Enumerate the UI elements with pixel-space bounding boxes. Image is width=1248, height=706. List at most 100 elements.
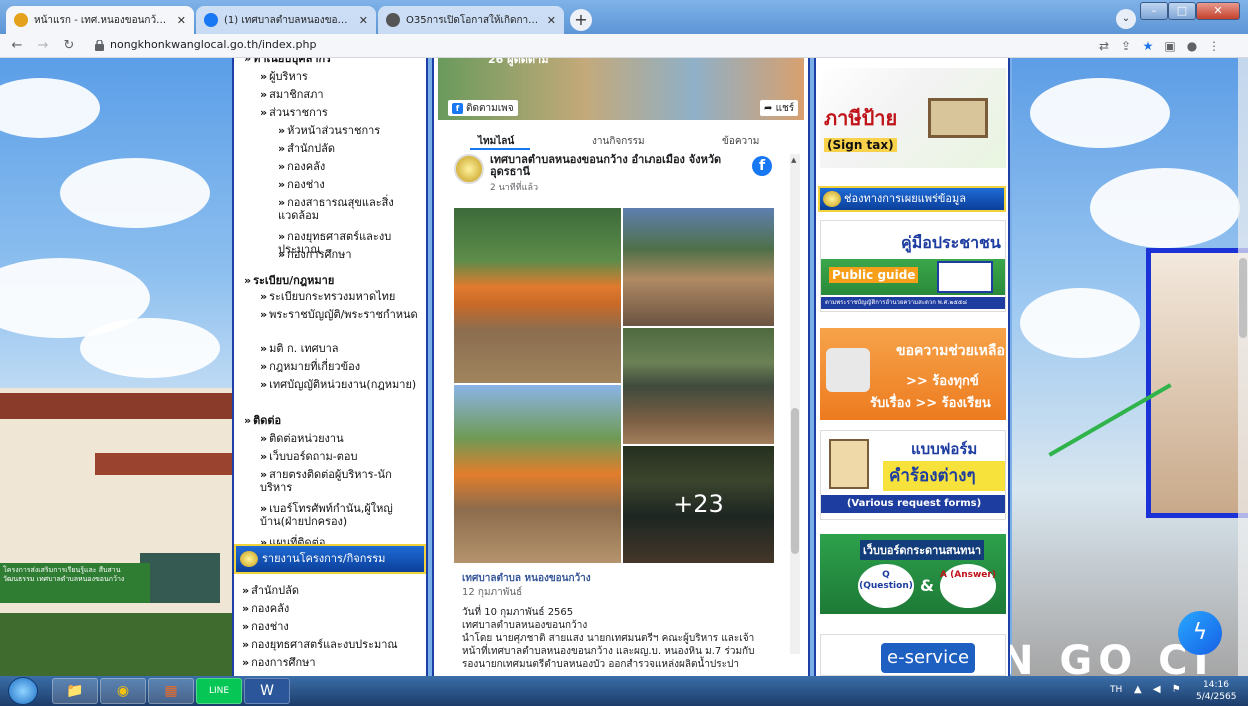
nav-item-label: เว็บบอร์ดถาม-ตอบ	[269, 450, 358, 463]
translate-icon[interactable]: ⇄	[1096, 38, 1112, 54]
scroll-up-arrow-icon[interactable]: ▲	[791, 156, 796, 164]
page-scrollbar[interactable]	[1238, 58, 1248, 676]
nav-item[interactable]: » ติดต่อ	[244, 414, 422, 427]
public-guide-banner[interactable]: คู่มือประชาชน Public guide ตามพระราชบัญญ…	[820, 220, 1006, 312]
start-button[interactable]	[8, 677, 38, 705]
nav-item[interactable]: » ติดต่อหน่วยงาน	[260, 432, 422, 445]
nav-item[interactable]: » มติ ก. เทศบาล	[260, 342, 422, 355]
help-request-banner[interactable]: ขอความช่วยเหลือ >> ร้องทุกข์ รับเรื่อง >…	[820, 328, 1006, 420]
double-chevron-icon: »	[260, 88, 268, 101]
post-photo[interactable]	[623, 328, 774, 444]
follow-page-button[interactable]: f ติดตามเพจ	[448, 100, 518, 116]
tab-search-button[interactable]: ⌄	[1116, 9, 1136, 29]
nav-item[interactable]: » กฎหมายที่เกี่ยวข้อง	[260, 360, 422, 373]
site-favicon-icon	[14, 13, 28, 27]
nav-item[interactable]: » หัวหน้าส่วนราชการ	[278, 124, 422, 137]
request-forms-banner[interactable]: แบบฟอร์ม คำร้องต่างๆ (Various request fo…	[820, 430, 1006, 520]
tab-o35[interactable]: O35การเปิดโอกาสให้เกิดการมีส่วนร่วม ✕	[378, 6, 564, 34]
nav-item[interactable]: » สายตรงติดต่อผู้บริหาร-นักบริหาร	[260, 468, 422, 494]
post-photo[interactable]	[454, 385, 621, 563]
app-taskbar-icon[interactable]: ▦	[148, 678, 194, 704]
nav-item[interactable]: » กองสาธารณสุขและสิ่งแวดล้อม	[278, 196, 422, 222]
nav-item[interactable]: » ผู้บริหาร	[260, 70, 422, 83]
tab-facebook[interactable]: (1) เทศบาลตำบลหนองขอนกว้าง อำเภ ✕	[196, 6, 376, 34]
new-tab-button[interactable]: +	[570, 9, 592, 31]
minimize-button[interactable]: –	[1140, 2, 1168, 20]
reload-button[interactable]: ↻	[60, 37, 78, 55]
post-page-link[interactable]: เทศบาลตำบล หนองขอนกว้าง	[462, 571, 591, 586]
background-banner-text: โครงการส่งเสริมการเรียนรู้และ สืบสานวัฒน…	[0, 563, 150, 603]
nav-item[interactable]: » ทำเนียบบุคลากร	[244, 58, 422, 65]
side-panel-icon[interactable]: ▣	[1162, 38, 1178, 54]
nav-item[interactable]: » เบอร์โทรศัพท์กำนัน,ผู้ใหญ่บ้าน(ฝ่ายปกคร…	[260, 502, 422, 528]
guide-title: คู่มือประชาชน	[901, 233, 1001, 252]
report-item[interactable]: » กองการศึกษา	[242, 656, 426, 669]
report-item[interactable]: » สำนักปลัด	[242, 584, 426, 597]
system-tray-icons[interactable]: ▲ ◀ ⚑	[1134, 684, 1185, 695]
nav-item[interactable]: » พระราชบัญญัติ/พระราชกำหนด	[260, 308, 422, 321]
maximize-button[interactable]: □	[1168, 2, 1196, 20]
nav-item[interactable]: » ส่วนราชการ	[260, 106, 422, 119]
double-chevron-icon: »	[260, 290, 268, 303]
page-scrollbar-thumb[interactable]	[1239, 258, 1247, 338]
close-icon[interactable]: ✕	[177, 14, 186, 27]
tab-events[interactable]: งานกิจกรรม	[592, 134, 645, 149]
embed-scrollbar[interactable]	[790, 154, 800, 654]
signboard-icon	[928, 98, 988, 138]
close-window-button[interactable]: ✕	[1196, 2, 1240, 20]
tab-timeline[interactable]: ไทมไลน์	[478, 134, 514, 149]
help-title: ขอความช่วยเหลือ	[896, 343, 1005, 359]
nav-item-label: สมาชิกสภา	[269, 88, 324, 101]
word-taskbar-icon[interactable]: W	[244, 678, 290, 704]
tab-home[interactable]: หน้าแรก - เทศ.หนองขอนกว้าง อ.เมือง ✕	[6, 6, 194, 34]
post-time[interactable]: 2 นาทีที่แล้ว	[490, 180, 538, 194]
bookmark-star-icon[interactable]: ★	[1140, 38, 1156, 54]
plants-decoration	[0, 613, 232, 676]
explorer-taskbar-icon[interactable]: 📁	[52, 678, 98, 704]
nav-item[interactable]: » กองการศึกษา	[278, 248, 422, 261]
nav-item[interactable]: » สมาชิกสภา	[260, 88, 422, 101]
double-chevron-icon: »	[278, 178, 286, 191]
back-button[interactable]: ←	[8, 37, 26, 55]
report-item[interactable]: » กองยุทธศาสตร์และงบประมาณ	[242, 638, 426, 651]
url-input[interactable]: nongkhonkwanglocal.go.th/index.php	[110, 38, 316, 51]
forward-button[interactable]: →	[34, 37, 52, 55]
tab-messages[interactable]: ข้อความ	[722, 134, 759, 149]
nav-item[interactable]: » กองคลัง	[278, 160, 422, 173]
nav-item[interactable]: » เว็บบอร์ดถาม-ตอบ	[260, 450, 422, 463]
line-taskbar-icon[interactable]: LINE	[196, 678, 242, 704]
menu-kebab-icon[interactable]: ⋮	[1206, 38, 1222, 54]
share-icon[interactable]: ⇪	[1118, 38, 1134, 54]
double-chevron-icon: »	[242, 602, 250, 615]
chrome-taskbar-icon[interactable]: ◉	[100, 678, 146, 704]
post-photo[interactable]	[454, 208, 621, 383]
facebook-logo-icon[interactable]: f	[752, 156, 772, 176]
more-photos-count[interactable]: +23	[623, 446, 774, 563]
language-indicator[interactable]: TH	[1110, 685, 1122, 695]
report-item-label: สำนักปลัด	[251, 584, 300, 597]
qa-webboard-banner[interactable]: เว็บบอร์ดกระดานสนทนา Q (Question) & A (A…	[820, 534, 1006, 614]
nav-item[interactable]: » กองช่าง	[278, 178, 422, 191]
report-item-label: กองยุทธศาสตร์และงบประมาณ	[251, 638, 398, 651]
report-item[interactable]: » กองคลัง	[242, 602, 426, 615]
embed-scrollbar-thumb[interactable]	[791, 408, 799, 554]
sign-tax-banner[interactable]: ภาษีป้าย (Sign tax)	[820, 68, 1006, 168]
post-photo[interactable]	[623, 208, 774, 326]
profile-icon[interactable]: ●	[1184, 38, 1200, 54]
nav-item[interactable]: » ระเบียบกระทรวงมหาดไทย	[260, 290, 422, 303]
page-name[interactable]: เทศบาลตำบลหนองขอนกว้าง อำเภอเมือง จังหวั…	[490, 154, 750, 178]
post-body-line: หน้าที่เทศบาลตำบลหนองขอนกว้าง และผญ.บ. ห…	[462, 646, 755, 657]
nav-item[interactable]: » เทศบัญญัติหน่วยงาน(กฎหมาย)	[260, 378, 422, 391]
nav-item[interactable]: » ระเบียบ/กฎหมาย	[244, 274, 422, 287]
clock-time[interactable]: 14:16	[1196, 680, 1236, 690]
help-line: >> ร้องทุกข์	[906, 374, 979, 389]
messenger-chat-icon[interactable]: ϟ	[1178, 611, 1222, 655]
report-item[interactable]: » กองช่าง	[242, 620, 426, 633]
nav-item[interactable]: » สำนักปลัด	[278, 142, 422, 155]
close-icon[interactable]: ✕	[359, 14, 368, 27]
clock-date[interactable]: 5/4/2565	[1196, 692, 1236, 702]
close-icon[interactable]: ✕	[547, 14, 556, 27]
page-avatar[interactable]	[454, 154, 484, 184]
share-button[interactable]: ➦ แชร์	[760, 100, 799, 116]
eservice-banner[interactable]: e-service	[820, 634, 1006, 676]
